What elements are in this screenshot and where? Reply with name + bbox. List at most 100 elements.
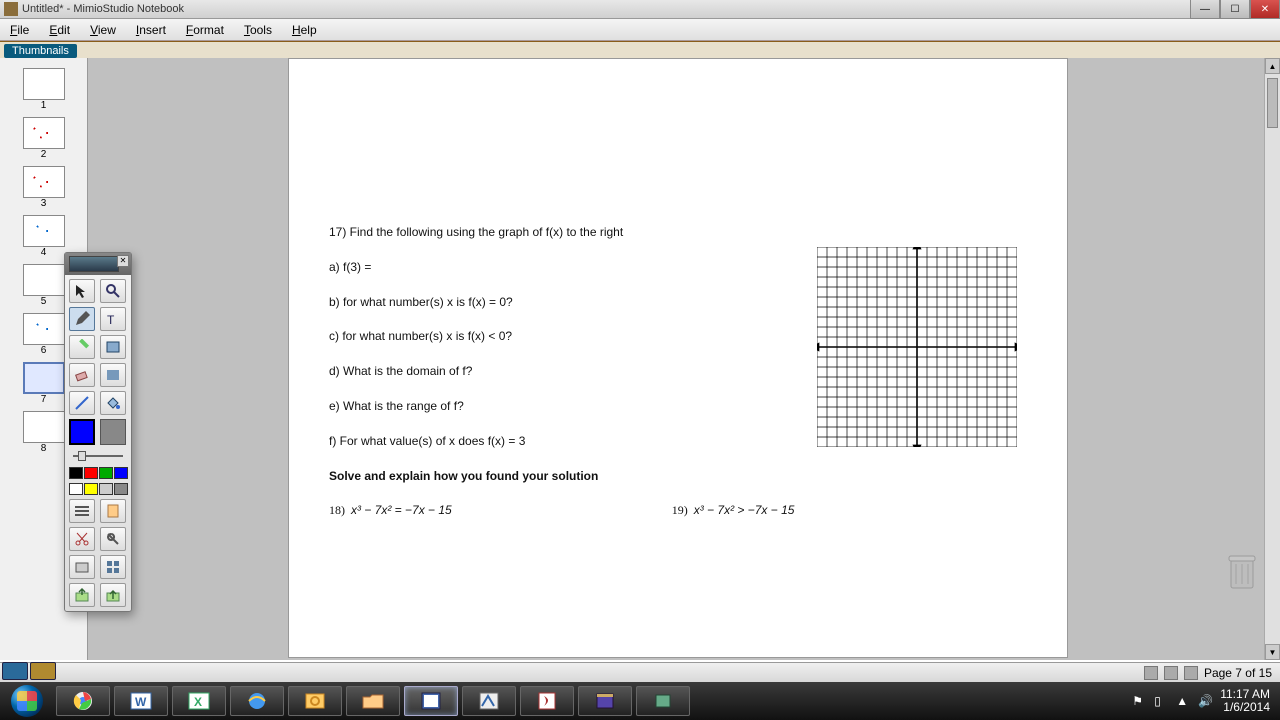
minimize-button[interactable]: — bbox=[1190, 0, 1220, 19]
eraser-tool[interactable] bbox=[69, 363, 95, 387]
status-icon-1[interactable] bbox=[1144, 666, 1158, 680]
outlook-icon[interactable] bbox=[288, 686, 342, 716]
scroll-thumb[interactable] bbox=[1267, 78, 1278, 128]
grid-icon[interactable] bbox=[69, 499, 95, 523]
palette-row-2 bbox=[69, 483, 127, 495]
menu-insert[interactable]: Insert bbox=[126, 21, 176, 39]
menu-tools[interactable]: Tools bbox=[234, 21, 282, 39]
gallery-icon[interactable] bbox=[69, 555, 95, 579]
menu-edit[interactable]: Edit bbox=[39, 21, 80, 39]
vertical-scrollbar[interactable]: ▲ ▼ bbox=[1264, 58, 1280, 660]
title-bar: Untitled* - MimioStudio Notebook — ☐ ✕ bbox=[0, 0, 1280, 19]
clock[interactable]: 11:17 AM 1/6/2014 bbox=[1220, 688, 1270, 714]
stroke-width-slider[interactable] bbox=[69, 449, 127, 463]
svg-text:W: W bbox=[135, 695, 147, 709]
taskbar: W X ⚑ ▯ ▲ 🔊 11:17 AM 1/6/2014 bbox=[0, 682, 1280, 720]
highlighter-tool[interactable] bbox=[69, 335, 95, 359]
q17-intro: 17) Find the following using the graph o… bbox=[329, 224, 1027, 241]
thumbnail-6[interactable] bbox=[23, 313, 65, 345]
page-indicator: Page 7 of 15 bbox=[1204, 666, 1272, 680]
explorer-icon[interactable] bbox=[346, 686, 400, 716]
system-tray: ⚑ ▯ ▲ 🔊 11:17 AM 1/6/2014 bbox=[1132, 688, 1280, 714]
adobe-reader-icon[interactable] bbox=[520, 686, 574, 716]
book-icon[interactable] bbox=[578, 686, 632, 716]
toolbox-preview bbox=[69, 256, 119, 272]
thumbnail-8[interactable] bbox=[23, 411, 65, 443]
color-swatch[interactable] bbox=[114, 483, 128, 495]
color-swatch[interactable] bbox=[69, 467, 83, 479]
scissors-icon[interactable] bbox=[69, 527, 95, 551]
word-icon[interactable]: W bbox=[114, 686, 168, 716]
solve-header: Solve and explain how you found your sol… bbox=[329, 468, 1027, 485]
clock-date: 1/6/2014 bbox=[1220, 701, 1270, 714]
view-mode-toggle bbox=[2, 662, 56, 680]
tools-icon[interactable] bbox=[100, 527, 126, 551]
canvas-area[interactable]: 17) Find the following using the graph o… bbox=[88, 58, 1280, 660]
line-tool[interactable] bbox=[69, 391, 95, 415]
smart-notebook-icon[interactable] bbox=[462, 686, 516, 716]
apps-icon[interactable] bbox=[100, 555, 126, 579]
text-tool[interactable]: T bbox=[100, 307, 126, 331]
tools-palette[interactable]: ✕ T bbox=[64, 252, 132, 612]
trash-icon[interactable] bbox=[1224, 550, 1260, 590]
status-icon-3[interactable] bbox=[1184, 666, 1198, 680]
mimio-notebook-icon[interactable] bbox=[404, 686, 458, 716]
scroll-down-icon[interactable]: ▼ bbox=[1265, 644, 1280, 660]
toolbox-close-icon[interactable]: ✕ bbox=[117, 255, 129, 267]
menu-view[interactable]: View bbox=[80, 21, 126, 39]
thumbnail-3[interactable] bbox=[23, 166, 65, 198]
graph-grid bbox=[817, 247, 1017, 447]
color-swatch[interactable] bbox=[84, 467, 98, 479]
shape-tool[interactable] bbox=[100, 335, 126, 359]
toolbox-header[interactable]: ✕ bbox=[65, 253, 131, 275]
svg-text:T: T bbox=[107, 313, 115, 327]
chrome-icon[interactable] bbox=[56, 686, 110, 716]
fill-shape-tool[interactable] bbox=[100, 363, 126, 387]
color-swatch[interactable] bbox=[114, 467, 128, 479]
start-button[interactable] bbox=[0, 682, 54, 720]
scroll-up-icon[interactable]: ▲ bbox=[1265, 58, 1280, 74]
menu-format[interactable]: Format bbox=[176, 21, 234, 39]
pointer-tool[interactable] bbox=[69, 279, 95, 303]
insert-object-icon[interactable] bbox=[69, 583, 95, 607]
ie-icon[interactable] bbox=[230, 686, 284, 716]
color-swatch[interactable] bbox=[99, 483, 113, 495]
wifi-icon[interactable]: ▲ bbox=[1176, 694, 1190, 708]
q18: 18) x³ − 7x² = −7x − 15 bbox=[329, 502, 452, 519]
q19: 19) x³ − 7x² > −7x − 15 bbox=[672, 502, 795, 519]
palette-row-1 bbox=[69, 467, 127, 479]
status-icon-2[interactable] bbox=[1164, 666, 1178, 680]
grid-view-button[interactable] bbox=[2, 662, 28, 680]
flag-icon[interactable]: ⚑ bbox=[1132, 694, 1146, 708]
bucket-tool[interactable] bbox=[100, 391, 126, 415]
color-swatch[interactable] bbox=[99, 467, 113, 479]
color-swatch[interactable] bbox=[69, 483, 83, 495]
close-button[interactable]: ✕ bbox=[1250, 0, 1280, 19]
thumbnail-4[interactable] bbox=[23, 215, 65, 247]
thumbnails-panel-label[interactable]: Thumbnails bbox=[4, 44, 77, 58]
volume-icon[interactable]: 🔊 bbox=[1198, 694, 1212, 708]
maximize-button[interactable]: ☐ bbox=[1220, 0, 1250, 19]
excel-icon[interactable]: X bbox=[172, 686, 226, 716]
device-icon[interactable] bbox=[636, 686, 690, 716]
background-color[interactable] bbox=[100, 419, 126, 445]
app-icon bbox=[4, 2, 18, 16]
export-icon[interactable] bbox=[100, 583, 126, 607]
thumbnail-number: 2 bbox=[0, 149, 87, 160]
thumbnail-2[interactable] bbox=[23, 117, 65, 149]
single-view-button[interactable] bbox=[30, 662, 56, 680]
menu-help[interactable]: Help bbox=[282, 21, 327, 39]
page[interactable]: 17) Find the following using the graph o… bbox=[288, 58, 1068, 658]
color-swatch[interactable] bbox=[84, 483, 98, 495]
pen-tool[interactable] bbox=[69, 307, 95, 331]
thumbnail-number: 1 bbox=[0, 100, 87, 111]
menu-file[interactable]: File bbox=[0, 21, 39, 39]
thumbnail-7[interactable] bbox=[23, 362, 65, 394]
foreground-color[interactable] bbox=[69, 419, 95, 445]
paste-icon[interactable] bbox=[100, 499, 126, 523]
thumbnail-1[interactable] bbox=[23, 68, 65, 100]
zoom-tool[interactable] bbox=[100, 279, 126, 303]
menu-bar: FileEditViewInsertFormatToolsHelp bbox=[0, 19, 1280, 41]
thumbnail-5[interactable] bbox=[23, 264, 65, 296]
network-icon[interactable]: ▯ bbox=[1154, 694, 1168, 708]
